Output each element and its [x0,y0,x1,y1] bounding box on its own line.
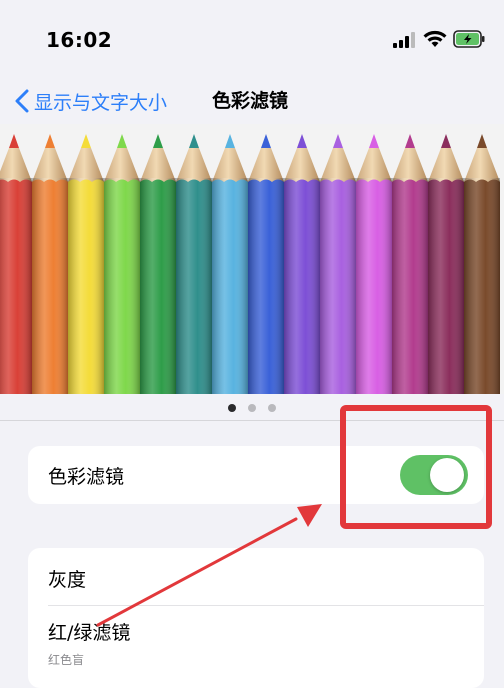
filter-option-grayscale[interactable]: 灰度 [28,548,484,605]
wifi-icon [423,30,447,47]
chevron-left-icon [15,89,29,113]
pencil [0,134,32,394]
page-indicator[interactable] [0,398,504,418]
color-preview-banner[interactable] [0,124,504,394]
pencil [392,134,428,394]
pencil [248,134,284,394]
pencil [356,134,392,394]
color-filters-toggle-row: 色彩滤镜 [28,446,484,504]
pencil [284,134,320,394]
battery-charging-icon [453,30,485,48]
pencil [104,134,140,394]
back-label: 显示与文字大小 [34,91,168,114]
status-time: 16:02 [46,28,113,52]
pencil [212,134,248,394]
pencil [68,134,104,394]
filter-option-label: 灰度 [48,569,87,591]
filter-option-label: 红/绿滤镜 [48,622,131,644]
page-title: 色彩滤镜 [212,90,289,112]
pencil [32,134,68,394]
color-filters-label: 色彩滤镜 [48,466,125,488]
switch-knob [430,458,464,492]
cellular-signal-icon [393,32,415,48]
pencil [320,134,356,394]
page-dot[interactable] [268,404,276,412]
pencil [464,134,500,394]
page-dot[interactable] [228,404,236,412]
filter-options-list: 灰度 红/绿滤镜 红色盲 [28,548,484,688]
filter-option-sublabel: 红色盲 [48,653,85,667]
pencil [140,134,176,394]
back-button[interactable]: 显示与文字大小 [14,84,167,118]
pencil [176,134,212,394]
page-dot[interactable] [248,404,256,412]
filter-option-red-green[interactable]: 红/绿滤镜 红色盲 [28,606,484,688]
status-bar: 16:02 [0,0,504,78]
navigation-bar: 显示与文字大小 色彩滤镜 [0,78,504,124]
pencil [428,134,464,394]
pencils-illustration [0,134,500,394]
divider [0,420,504,421]
color-filters-switch[interactable] [400,455,468,495]
